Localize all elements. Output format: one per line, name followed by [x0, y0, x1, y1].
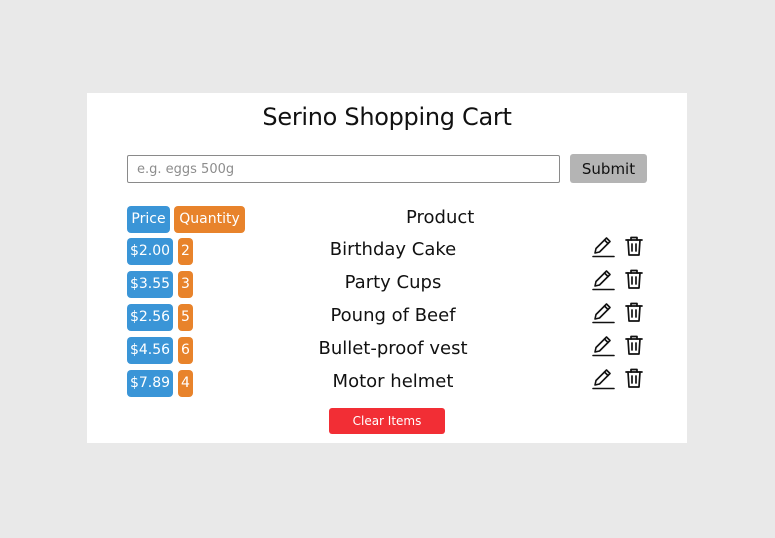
quantity-header-badge: Quantity	[174, 206, 245, 233]
trash-icon[interactable]	[622, 267, 646, 291]
pencil-icon[interactable]	[591, 366, 615, 390]
price-badge: $2.00	[127, 238, 173, 265]
product-header: Product	[406, 207, 475, 228]
price-badge: $4.56	[127, 337, 173, 364]
quantity-badge: 2	[178, 238, 193, 265]
pencil-icon[interactable]	[591, 234, 615, 258]
submit-button[interactable]: Submit	[570, 154, 647, 183]
shopping-cart-card: Serino Shopping Cart Submit Price Quanti…	[87, 93, 687, 443]
trash-icon[interactable]	[622, 366, 646, 390]
quantity-badge: 5	[178, 304, 193, 331]
quantity-badge: 3	[178, 271, 193, 298]
price-badge: $3.55	[127, 271, 173, 298]
pencil-icon[interactable]	[591, 300, 615, 324]
product-name: Party Cups	[344, 272, 442, 293]
quantity-badge: 4	[178, 370, 193, 397]
item-entry-input[interactable]	[127, 155, 560, 183]
page-title: Serino Shopping Cart	[262, 103, 512, 131]
product-name: Motor helmet	[332, 371, 454, 392]
quantity-badge: 6	[178, 337, 193, 364]
clear-items-button[interactable]: Clear Items	[329, 408, 445, 434]
product-name: Birthday Cake	[329, 239, 457, 260]
product-name: Bullet-proof vest	[318, 338, 468, 359]
price-header-badge: Price	[127, 206, 170, 233]
pencil-icon[interactable]	[591, 333, 615, 357]
trash-icon[interactable]	[622, 234, 646, 258]
product-name: Poung of Beef	[330, 305, 456, 326]
price-badge: $2.56	[127, 304, 173, 331]
price-badge: $7.89	[127, 370, 173, 397]
pencil-icon[interactable]	[591, 267, 615, 291]
trash-icon[interactable]	[622, 333, 646, 357]
trash-icon[interactable]	[622, 300, 646, 324]
